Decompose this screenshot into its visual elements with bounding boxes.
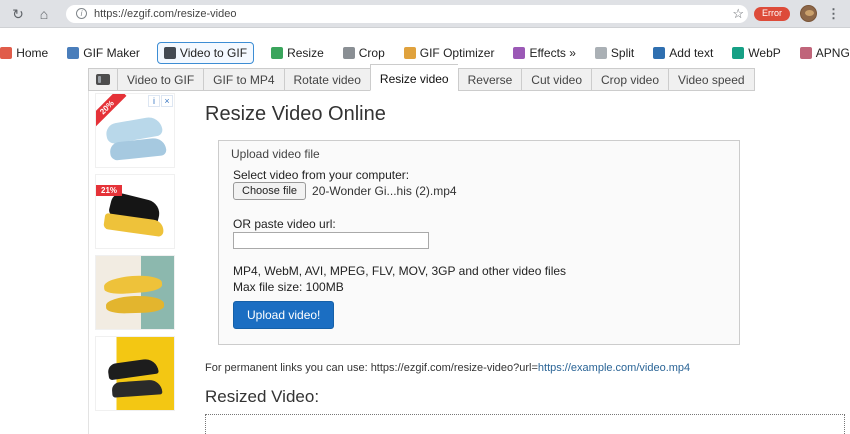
- ad-close-icon[interactable]: ×: [161, 95, 173, 107]
- resized-video-title: Resized Video:: [205, 387, 320, 406]
- video-url-input[interactable]: [233, 232, 429, 249]
- page: ↻ ⌂ i https://ezgif.com/resize-video ☆ E…: [0, 0, 850, 434]
- ad-sidebar: 20% i × 21%: [95, 93, 175, 411]
- file-input: Choose file 20-Wonder Gi...his (2).mp4: [233, 182, 457, 200]
- optimizer-icon: [403, 47, 416, 59]
- nav-item-crop[interactable]: Crop: [341, 43, 387, 63]
- shoe-image: [103, 273, 163, 296]
- webp-icon: [732, 47, 745, 59]
- nav-label: GIF Optimizer: [419, 46, 495, 60]
- nav-item-gif-optimizer[interactable]: GIF Optimizer: [402, 43, 497, 63]
- tab-resize-video[interactable]: Resize video: [369, 64, 458, 91]
- crop-icon: [342, 47, 355, 59]
- page-title: Resize Video Online: [205, 103, 386, 125]
- permanent-links-text: For permanent links you can use: https:/…: [205, 362, 690, 374]
- example-video-link[interactable]: https://example.com/video.mp4: [538, 362, 690, 374]
- browser-home-icon[interactable]: ⌂: [36, 7, 52, 21]
- paste-url-label: OR paste video url:: [233, 217, 336, 231]
- shoe-image: [105, 294, 165, 315]
- select-video-label: Select video from your computer:: [233, 168, 410, 182]
- bookmark-star-icon[interactable]: ☆: [732, 6, 744, 22]
- url-text[interactable]: https://ezgif.com/resize-video: [94, 8, 236, 20]
- resize-icon: [271, 47, 284, 59]
- nav-label: Add text: [669, 46, 714, 60]
- permanent-links-prefix: For permanent links you can use: https:/…: [205, 362, 538, 374]
- nav-label: APNG: [815, 46, 850, 60]
- ad-image-yellow-loafers[interactable]: [95, 255, 175, 330]
- nav-label: Home: [16, 46, 49, 60]
- split-icon: [594, 47, 607, 59]
- tool-tabs: Video to GIF GIF to MP4 Rotate video Res…: [88, 64, 755, 91]
- tab-rotate-video[interactable]: Rotate video: [283, 68, 370, 91]
- nav-item-resize[interactable]: Resize: [269, 43, 326, 63]
- nav-item-apng[interactable]: APNG: [798, 43, 850, 63]
- browser-chrome: ↻ ⌂ i https://ezgif.com/resize-video ☆ E…: [0, 0, 850, 28]
- nav-item-home[interactable]: Home: [0, 43, 50, 63]
- shoe-image: [107, 357, 159, 381]
- effects-icon: [513, 47, 526, 59]
- ad-image-blue-sneakers[interactable]: 20% i ×: [95, 93, 175, 168]
- discount-badge: 21%: [96, 185, 123, 196]
- error-badge[interactable]: Error: [754, 6, 790, 21]
- main-nav: Home GIF Maker Video to GIF Resize Crop …: [0, 42, 850, 64]
- film-icon: [96, 74, 110, 85]
- tab-gif-to-mp4[interactable]: GIF to MP4: [203, 68, 284, 91]
- nav-item-split[interactable]: Split: [593, 43, 636, 63]
- tab-cut-video[interactable]: Cut video: [521, 68, 591, 91]
- apng-icon: [799, 47, 812, 59]
- add-text-icon: [653, 47, 666, 59]
- site-info-icon[interactable]: i: [76, 8, 87, 19]
- nav-label: GIF Maker: [83, 46, 140, 60]
- avatar[interactable]: [800, 5, 817, 22]
- shoe-image: [111, 379, 163, 398]
- tab-video-speed[interactable]: Video speed: [668, 68, 755, 91]
- choose-file-button[interactable]: Choose file: [233, 182, 307, 200]
- gif-maker-icon: [67, 47, 80, 59]
- content-divider: [88, 91, 89, 434]
- supported-formats-text: MP4, WebM, AVI, MPEG, FLV, MOV, 3GP and …: [233, 264, 567, 278]
- nav-item-add-text[interactable]: Add text: [651, 43, 715, 63]
- max-file-size-text: Max file size: 100MB: [233, 280, 344, 294]
- nav-label: WebP: [748, 46, 781, 60]
- tab-video-to-gif[interactable]: Video to GIF: [117, 68, 204, 91]
- nav-label: Crop: [358, 46, 385, 60]
- nav-item-webp[interactable]: WebP: [730, 43, 782, 63]
- browser-menu-icon[interactable]: ⋮: [827, 6, 840, 22]
- upload-fieldset: Upload video file Select video from your…: [218, 140, 740, 345]
- tab-crop-video[interactable]: Crop video: [591, 68, 669, 91]
- upload-video-button[interactable]: Upload video!: [233, 301, 335, 329]
- home-icon: [0, 47, 13, 59]
- ad-info-icon[interactable]: i: [148, 95, 160, 107]
- file-input-filename: 20-Wonder Gi...his (2).mp4: [312, 184, 457, 198]
- nav-label: Effects »: [529, 46, 576, 60]
- nav-item-gif-maker[interactable]: GIF Maker: [65, 43, 142, 63]
- video-to-gif-icon: [163, 47, 176, 59]
- nav-item-video-to-gif[interactable]: Video to GIF: [156, 42, 255, 64]
- address-bar[interactable]: i https://ezgif.com/resize-video: [66, 4, 749, 23]
- reload-icon[interactable]: ↻: [10, 7, 26, 21]
- ad-image-black-shoes[interactable]: [95, 336, 175, 411]
- fieldset-legend: Upload video file: [231, 147, 320, 161]
- ad-image-yellow-heels[interactable]: 21%: [95, 174, 175, 249]
- resized-video-placeholder: [205, 414, 845, 434]
- nav-label: Resize: [287, 46, 324, 60]
- tab-reverse[interactable]: Reverse: [457, 68, 522, 91]
- film-icon-cell: [88, 68, 117, 91]
- nav-label: Video to GIF: [179, 46, 248, 60]
- nav-label: Split: [610, 46, 635, 60]
- nav-item-effects[interactable]: Effects »: [511, 43, 577, 63]
